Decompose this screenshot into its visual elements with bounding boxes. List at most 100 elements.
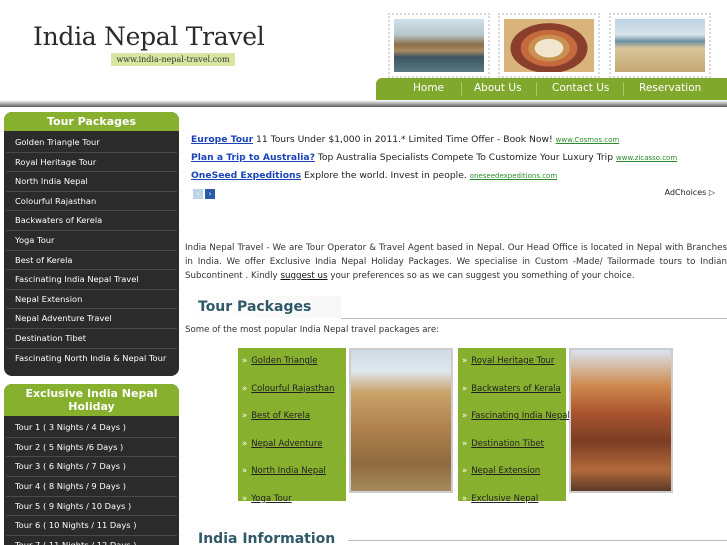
bullet-icon: » (242, 411, 248, 421)
package-list-item: » North India Nepal (242, 461, 346, 489)
nav-contact-us[interactable]: Contact Us (552, 78, 609, 100)
ad-title-link[interactable]: OneSeed Expeditions (191, 170, 301, 181)
bullet-icon: » (242, 493, 248, 504)
ad-row: OneSeed Expeditions Explore the world. I… (191, 167, 719, 185)
package-list-item: » Royal Heritage Tour (462, 351, 566, 379)
package-list-item: » Golden Triangle (242, 351, 346, 379)
sidebar-tour-item[interactable]: Destination Tibet (6, 329, 177, 349)
sidebar: Tour Packages Golden Triangle Tour Royal … (4, 112, 179, 545)
adchoices-link[interactable]: AdChoices ▷ (665, 188, 715, 197)
ad-title-link[interactable]: Europe Tour (191, 134, 253, 145)
package-link[interactable]: North India Nepal (251, 466, 326, 476)
sidebar-holiday-item[interactable]: Tour 7 ( 11 Nights / 12 Days ) (6, 536, 177, 545)
sidebar-holiday-item[interactable]: Tour 3 ( 6 Nights / 7 Days ) (6, 457, 177, 477)
sidebar-holiday-item[interactable]: Tour 5 ( 9 Nights / 10 Days ) (6, 497, 177, 517)
ad-url-link[interactable]: oneseedexpeditions.com (470, 172, 557, 180)
sidebar-tour-item[interactable]: Nepal Adventure Travel (6, 309, 177, 329)
sidebar-holiday-item[interactable]: Tour 2 ( 5 Nights /6 Days ) (6, 438, 177, 458)
package-link[interactable]: Exclusive Nepal (471, 494, 538, 504)
bullet-icon: » (242, 383, 248, 394)
bullet-icon: » (242, 466, 248, 476)
sidebar-tour-item[interactable]: Fascinating India Nepal Travel (6, 270, 177, 290)
sidebar-tour-item[interactable]: Best of Kerela (6, 251, 177, 271)
tour-packages-box: Tour Packages Golden Triangle Tour Royal … (4, 112, 179, 377)
ad-url-link[interactable]: www.Cosmos.com (556, 136, 620, 144)
intro-paragraph: India Nepal Travel - We are Tour Operato… (185, 241, 727, 283)
stamp-photo-beach (609, 13, 711, 78)
suggest-us-link[interactable]: suggest us (280, 271, 327, 281)
package-link[interactable]: Fascinating India Nepal (471, 411, 570, 421)
sidebar-tour-item[interactable]: North India Nepal (6, 172, 177, 192)
ad-description: Top Australia Specialists Compete To Cus… (317, 152, 614, 163)
header-divider (0, 100, 727, 107)
sidebar-tour-item[interactable]: Colourful Rajasthan (6, 192, 177, 212)
package-link[interactable]: Nepal Adventure (251, 439, 322, 449)
package-list-item: » Yoga Tour (242, 489, 346, 517)
package-link[interactable]: Royal Heritage Tour (471, 356, 554, 366)
bullet-icon: » (462, 493, 468, 504)
stamp-photo-stupa (498, 13, 600, 78)
ad-description: 11 Tours Under $1,000 in 2011.* Limited … (256, 134, 553, 145)
india-information-heading: India Information (186, 528, 348, 545)
holiday-box: Exclusive India Nepal Holiday Tour 1 ( 3… (4, 384, 179, 545)
sidebar-holiday-item[interactable]: Tour 1 ( 3 Nights / 4 Days ) (6, 418, 177, 438)
tour-packages-list: Golden Triangle Tour Royal Heritage Tour N… (6, 133, 177, 368)
package-list-item: » Backwaters of Kerala (462, 379, 566, 407)
header: India Nepal Travel www.india-nepal-trave… (0, 0, 727, 100)
holiday-list: Tour 1 ( 3 Nights / 4 Days ) Tour 2 ( 5 N… (6, 418, 177, 545)
tour-packages-heading: Tour Packages (4, 112, 179, 131)
bullet-icon: » (462, 411, 468, 421)
ad-row: Plan a Trip to Australia? Top Australia … (191, 149, 719, 167)
main-nav: Home About Us Contact Us Reservation (376, 78, 727, 100)
ad-title-link[interactable]: Plan a Trip to Australia? (191, 152, 315, 163)
nav-home[interactable]: Home (413, 78, 444, 100)
nav-about-us[interactable]: About Us (474, 78, 522, 100)
site-title[interactable]: India Nepal Travel (33, 22, 265, 51)
tour-packages-section-heading: Tour Packages (186, 296, 341, 318)
sidebar-tour-item[interactable]: Royal Heritage Tour (6, 153, 177, 173)
package-list-item: » Exclusive Nepal (462, 489, 566, 517)
photo-rajasthan-cenotaphs (349, 348, 453, 493)
intro-tail: your preferences so as we can suggest yo… (327, 271, 635, 281)
bullet-icon: » (242, 356, 248, 366)
package-list-item: » Fascinating India Nepal (462, 406, 570, 434)
ad-description: Explore the world. Invest in people. (303, 170, 467, 181)
photo-nepal-pagoda (569, 348, 673, 493)
ad-pager: ‹ › (193, 188, 217, 199)
sidebar-tour-item[interactable]: Backwaters of Kerela (6, 211, 177, 231)
package-link[interactable]: Golden Triangle (251, 356, 317, 366)
ad-prev-button[interactable]: ‹ (193, 189, 203, 199)
sidebar-holiday-item[interactable]: Tour 4 ( 8 Nights / 9 Days ) (6, 477, 177, 497)
ad-row: Europe Tour 11 Tours Under $1,000 in 201… (191, 131, 719, 149)
package-link[interactable]: Yoga Tour (251, 494, 291, 504)
package-link[interactable]: Backwaters of Kerala (471, 384, 561, 394)
bullet-icon: » (242, 438, 248, 449)
package-link[interactable]: Destination Tibet (471, 439, 544, 449)
package-link[interactable]: Nepal Extension (471, 466, 540, 476)
bullet-icon: » (462, 383, 468, 394)
package-list-item: » Best of Kerela (242, 406, 346, 434)
section-rule (341, 318, 727, 319)
sidebar-tour-item[interactable]: Nepal Extension (6, 290, 177, 310)
sidebar-tour-item[interactable]: Golden Triangle Tour (6, 133, 177, 153)
holiday-heading: Exclusive India Nepal Holiday (4, 384, 179, 417)
package-list-item: » Destination Tibet (462, 434, 566, 462)
sidebar-holiday-item[interactable]: Tour 6 ( 10 Nights / 11 Days ) (6, 516, 177, 536)
bullet-icon: » (462, 356, 468, 366)
ad-url-link[interactable]: www.zicasso.com (616, 154, 677, 162)
package-list-item: » Colourful Rajasthan (242, 379, 346, 407)
sidebar-tour-item[interactable]: Yoga Tour (6, 231, 177, 251)
ad-block: Europe Tour 11 Tours Under $1,000 in 201… (191, 131, 719, 201)
ad-next-button[interactable]: › (205, 189, 215, 199)
package-list-item: » Nepal Adventure (242, 434, 346, 462)
package-list-right: » Royal Heritage Tour» Backwaters of Keral… (458, 348, 570, 504)
package-list-item: » Nepal Extension (462, 461, 566, 489)
nav-reservation[interactable]: Reservation (639, 78, 701, 100)
stamp-photo-ghats (388, 13, 490, 78)
package-link[interactable]: Best of Kerela (251, 411, 310, 421)
sidebar-tour-item[interactable]: Fascinating North India & Nepal Tour (6, 349, 177, 369)
section-rule-2 (348, 540, 727, 541)
tour-packages-subtitle: Some of the most popular India Nepal tra… (185, 325, 440, 335)
package-link[interactable]: Colourful Rajasthan (251, 384, 334, 394)
bullet-icon: » (462, 466, 468, 476)
